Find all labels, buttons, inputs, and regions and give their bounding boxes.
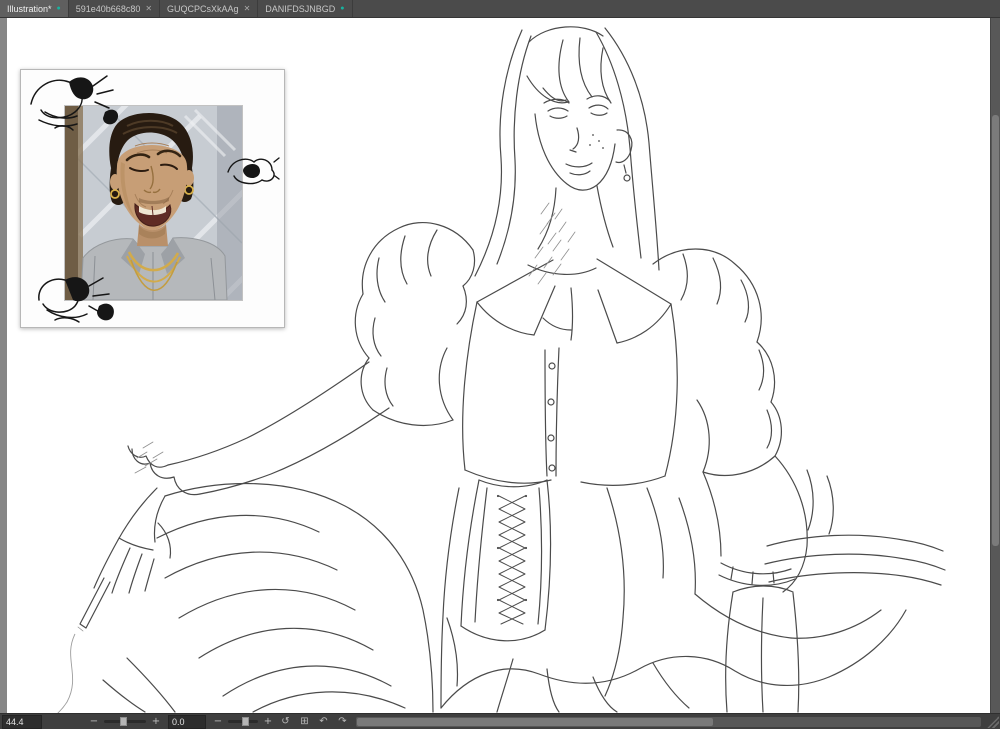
- horizontal-scrollbar-thumb[interactable]: [357, 717, 714, 726]
- fit-screen-icon[interactable]: ⊞: [297, 714, 312, 729]
- drawing-canvas[interactable]: [7, 18, 990, 713]
- rotation-slider[interactable]: [228, 717, 258, 726]
- workspace: [0, 18, 1000, 713]
- ink-doodle-2: [227, 157, 280, 185]
- redo-icon[interactable]: ↷: [335, 714, 350, 729]
- close-icon[interactable]: ✕: [145, 4, 152, 13]
- tab-illustration[interactable]: Illustration* ●: [0, 0, 69, 17]
- tab-label: 591e40b668c80: [75, 3, 141, 14]
- document-tabbar: Illustration* ● 591e40b668c80 ✕ GUQCPCsX…: [0, 0, 1000, 18]
- rotate-ccw-button[interactable]: −: [212, 715, 224, 729]
- rotate-cw-button[interactable]: +: [262, 715, 274, 729]
- status-bar: 44.4 − + 0.0 − + ↺ ⊞ ↶ ↷: [0, 713, 1000, 729]
- zoom-out-button[interactable]: −: [88, 715, 100, 729]
- zoom-slider[interactable]: [104, 717, 146, 726]
- zoom-value[interactable]: 44.4: [2, 714, 42, 729]
- resize-grip[interactable]: [987, 715, 999, 728]
- unsaved-dot-icon: ●: [56, 5, 61, 12]
- tab-label: Illustration*: [7, 3, 52, 14]
- unsaved-dot-icon: ●: [340, 5, 345, 12]
- undo-icon[interactable]: ↶: [316, 714, 331, 729]
- rotate-reset-icon[interactable]: ↺: [278, 714, 293, 729]
- canvas-left-gutter: [0, 18, 7, 713]
- rotation-slider-thumb[interactable]: [241, 717, 249, 726]
- rotation-value[interactable]: 0.0: [168, 714, 206, 729]
- reference-image-window[interactable]: [20, 69, 285, 328]
- zoom-in-button[interactable]: +: [150, 715, 162, 729]
- vertical-scrollbar[interactable]: [990, 18, 1000, 713]
- tab-document-3[interactable]: GUQCPCsXkAAg ✕: [160, 0, 259, 17]
- close-icon[interactable]: ✕: [244, 4, 251, 13]
- zoom-slider-thumb[interactable]: [119, 717, 127, 726]
- horizontal-scrollbar[interactable]: [356, 716, 981, 727]
- ink-doodle-3: [38, 277, 114, 323]
- tab-document-2[interactable]: 591e40b668c80 ✕: [69, 0, 161, 17]
- tab-label: GUQCPCsXkAAg: [167, 3, 239, 14]
- tab-label: DANIFDSJNBGD: [265, 3, 336, 14]
- ink-doodle-1: [30, 75, 119, 131]
- tab-document-4[interactable]: DANIFDSJNBGD ●: [258, 0, 353, 17]
- vertical-scrollbar-thumb[interactable]: [992, 115, 999, 547]
